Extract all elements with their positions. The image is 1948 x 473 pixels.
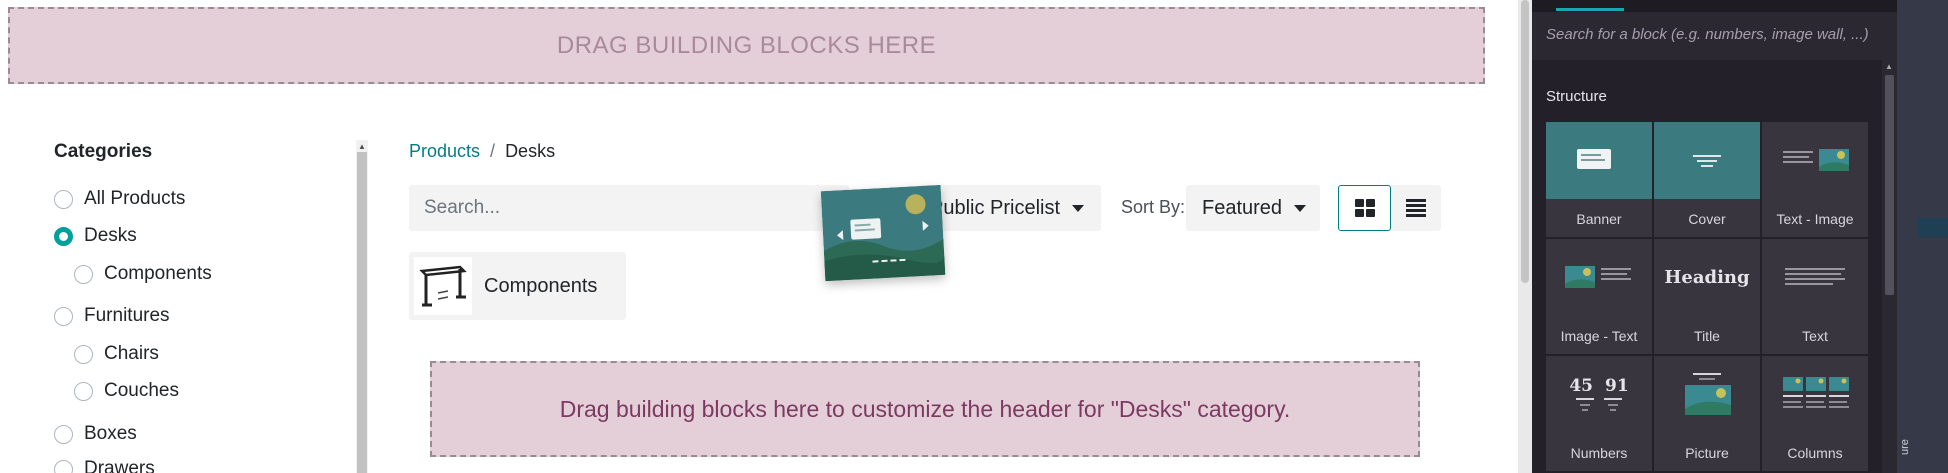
radio-icon[interactable] <box>54 189 73 209</box>
category-label: Chairs <box>104 343 159 364</box>
sort-dropdown[interactable]: Featured <box>1186 185 1320 231</box>
category-label: Drawers <box>84 458 155 473</box>
block-cover[interactable]: Cover <box>1654 122 1760 237</box>
number-value: 45 <box>1569 375 1593 396</box>
block-numbers[interactable]: 45 91 Numbers <box>1546 356 1652 471</box>
numbers-preview-icon: 45 91 <box>1569 376 1628 396</box>
title-preview-icon: Heading <box>1664 267 1750 288</box>
category-label: Components <box>104 263 212 284</box>
category-all-products[interactable]: All Products <box>54 188 185 210</box>
category-drawers[interactable]: Drawers <box>54 458 155 473</box>
radio-icon[interactable] <box>74 381 93 401</box>
search-input[interactable]: Search... <box>409 185 849 231</box>
category-label: Boxes <box>84 423 137 444</box>
block-label: Banner <box>1576 211 1622 227</box>
radio-icon[interactable] <box>74 344 93 364</box>
strip-marker <box>1918 218 1948 237</box>
block-label: Text <box>1802 328 1828 344</box>
categories-scrollbar[interactable]: ▲ <box>356 140 368 473</box>
category-couches[interactable]: Couches <box>74 380 179 402</box>
block-label: Picture <box>1685 445 1729 461</box>
breadcrumb-separator: / <box>490 141 496 161</box>
block-search-input[interactable]: Search for a block (e.g. numbers, image … <box>1532 12 1897 60</box>
pricelist-label: Public Pricelist <box>930 196 1061 219</box>
scrollbar-thumb[interactable] <box>1521 0 1529 283</box>
active-tab-indicator <box>1556 8 1624 11</box>
grid-view-button[interactable] <box>1338 185 1391 231</box>
block-label: Title <box>1694 328 1720 344</box>
vertical-label: ure <box>1899 439 1911 455</box>
block-image-text[interactable]: Image - Text <box>1546 239 1652 354</box>
desk-frame-thumbnail-icon <box>414 257 472 315</box>
breadcrumb-current: Desks <box>505 141 556 161</box>
blocks-panel: Search for a block (e.g. numbers, image … <box>1532 0 1897 473</box>
category-chairs[interactable]: Chairs <box>74 343 159 365</box>
block-picture[interactable]: Picture <box>1654 356 1760 471</box>
scroll-up-arrow-icon[interactable]: ▲ <box>358 142 366 151</box>
sort-label: Sort By: <box>1121 197 1186 217</box>
text-image-preview-icon <box>1783 148 1849 171</box>
category-label: Desks <box>84 225 137 246</box>
category-furnitures[interactable]: Furnitures <box>54 305 170 327</box>
website-page: DRAG BUILDING BLOCKS HERE Categories All… <box>0 0 1518 473</box>
radio-icon[interactable] <box>54 459 73 473</box>
panel-scrollbar[interactable]: ▲ <box>1882 60 1897 473</box>
radio-checked-icon[interactable] <box>54 226 73 246</box>
block-title[interactable]: Heading Title <box>1654 239 1760 354</box>
breadcrumb-products-link[interactable]: Products <box>409 141 480 162</box>
block-banner[interactable]: Banner <box>1546 122 1652 237</box>
category-label: Furnitures <box>84 305 170 326</box>
pricelist-dropdown[interactable]: Public Pricelist <box>920 185 1101 231</box>
scroll-up-arrow-icon[interactable]: ▲ <box>1885 62 1893 71</box>
page-scrollbar[interactable] <box>1518 0 1532 473</box>
category-label: All Products <box>84 188 186 209</box>
scrollbar-thumb[interactable] <box>357 152 367 473</box>
block-label: Image - Text <box>1560 328 1638 344</box>
list-icon <box>1406 199 1426 217</box>
breadcrumb: Products / Desks <box>409 141 555 162</box>
cover-preview-icon <box>1693 154 1721 167</box>
number-value: 91 <box>1605 375 1629 396</box>
category-components[interactable]: Components <box>74 263 212 285</box>
dragged-block-preview-icon <box>820 184 946 282</box>
block-text-image[interactable]: Text - Image <box>1762 122 1868 237</box>
image-text-preview-icon <box>1565 265 1631 288</box>
block-text[interactable]: Text <box>1762 239 1868 354</box>
category-desks[interactable]: Desks <box>54 225 137 247</box>
numbers-lines-icon <box>1576 397 1622 411</box>
banner-preview-icon <box>1577 148 1611 169</box>
block-label: Cover <box>1688 211 1726 227</box>
list-view-button[interactable] <box>1391 185 1441 231</box>
block-label: Columns <box>1787 445 1843 461</box>
sort-value: Featured <box>1202 196 1283 219</box>
subcategory-card[interactable]: Components <box>409 252 626 320</box>
block-columns[interactable]: Columns <box>1762 356 1868 471</box>
block-label: Numbers <box>1570 445 1628 461</box>
radio-icon[interactable] <box>74 264 93 284</box>
category-header-dropzone[interactable]: Drag building blocks here to customize t… <box>430 361 1420 457</box>
text-preview-icon <box>1785 267 1845 285</box>
caret-down-icon <box>1072 204 1085 212</box>
right-side-strip: ure <box>1897 0 1948 473</box>
panel-tabbar <box>1532 0 1897 12</box>
radio-icon[interactable] <box>54 424 73 444</box>
subcategory-label: Components <box>484 274 598 297</box>
block-label: Text - Image <box>1776 211 1854 227</box>
structure-section-title: Structure <box>1546 88 1607 105</box>
category-boxes[interactable]: Boxes <box>54 423 137 445</box>
picture-preview-icon <box>1685 372 1731 415</box>
scrollbar-thumb[interactable] <box>1885 75 1894 295</box>
categories-title: Categories <box>54 141 153 162</box>
radio-icon[interactable] <box>54 306 73 326</box>
top-dropzone[interactable]: DRAG BUILDING BLOCKS HERE <box>8 7 1485 84</box>
category-label: Couches <box>104 380 179 401</box>
columns-preview-icon <box>1783 376 1849 408</box>
grid-icon <box>1354 199 1375 217</box>
caret-down-icon <box>1294 204 1307 212</box>
